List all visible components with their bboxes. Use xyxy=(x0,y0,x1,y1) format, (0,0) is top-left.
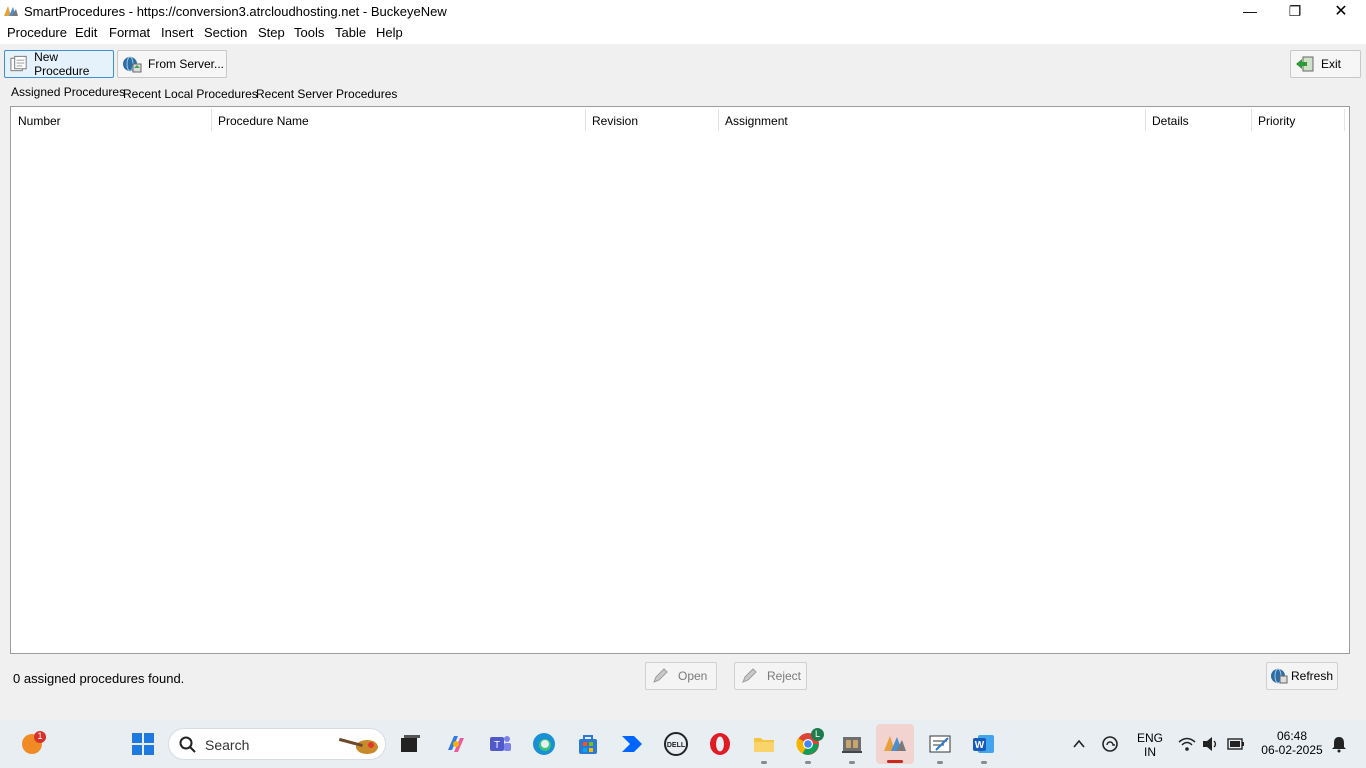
menu-insert[interactable]: Insert xyxy=(161,25,194,40)
pencil-icon xyxy=(653,668,668,683)
menu-tools[interactable]: Tools xyxy=(294,25,324,40)
notification-bell-icon[interactable] xyxy=(1331,735,1347,753)
column-divider[interactable] xyxy=(1344,109,1345,131)
menu-section[interactable]: Section xyxy=(204,25,247,40)
start-button[interactable] xyxy=(132,733,154,755)
new-procedure-label: New Procedure xyxy=(34,50,90,78)
menu-procedure[interactable]: Procedure xyxy=(7,25,67,40)
weather-widget[interactable]: 1 xyxy=(20,730,46,756)
edge-icon[interactable] xyxy=(532,732,556,756)
running-indicator xyxy=(849,761,855,764)
document-tool-icon[interactable] xyxy=(928,732,952,756)
server-icon xyxy=(123,56,142,73)
open-button[interactable]: Open xyxy=(645,662,717,690)
exit-icon xyxy=(1296,56,1314,72)
new-document-icon xyxy=(10,55,27,72)
minimize-button[interactable]: — xyxy=(1227,0,1273,22)
table-header: Number Procedure Name Revision Assignmen… xyxy=(11,107,1349,133)
refresh-button[interactable]: Refresh xyxy=(1266,662,1338,690)
clock-date: 06-02-2025 xyxy=(1261,743,1323,757)
refresh-label: Refresh xyxy=(1291,669,1334,683)
chevron-up-icon[interactable] xyxy=(1072,737,1086,751)
tab-assigned-procedures[interactable]: Assigned Procedures xyxy=(11,85,126,100)
search-highlight-icon xyxy=(338,737,378,754)
search-icon xyxy=(179,736,196,753)
running-indicator xyxy=(937,761,943,764)
dell-icon[interactable]: DELL xyxy=(664,732,688,756)
menu-step[interactable]: Step xyxy=(258,25,285,40)
exit-button[interactable]: Exit xyxy=(1290,50,1361,78)
maximize-button[interactable]: ❐ xyxy=(1272,0,1318,22)
menu-format[interactable]: Format xyxy=(109,25,150,40)
svg-text:T: T xyxy=(494,740,500,751)
taskbar-search[interactable]: Search xyxy=(168,728,386,760)
smartprocedures-taskbar-button[interactable] xyxy=(876,724,914,764)
search-label: Search xyxy=(205,737,250,753)
file-explorer-icon[interactable] xyxy=(752,732,776,756)
notification-badge: 1 xyxy=(37,731,43,741)
cloud-sync-icon[interactable] xyxy=(1101,735,1121,753)
toolbar: New Procedure From Server... Exit xyxy=(0,44,1366,84)
menu-help[interactable]: Help xyxy=(376,25,403,40)
refresh-server-icon xyxy=(1271,668,1288,684)
active-app-indicator xyxy=(887,760,903,763)
menu-bar: Procedure Edit Format Insert Section Ste… xyxy=(0,22,1366,44)
reject-label: Reject xyxy=(767,669,802,683)
status-text: 0 assigned procedures found. xyxy=(13,671,185,686)
tab-recent-server-procedures[interactable]: Recent Server Procedures xyxy=(256,87,397,101)
clock[interactable]: 06:48 06-02-2025 xyxy=(1256,729,1328,757)
new-procedure-button[interactable]: New Procedure xyxy=(4,50,114,78)
title-bar: SmartProcedures - https://conversion3.at… xyxy=(0,0,1366,22)
taskbar: 1 Search T DELL L W ENG IN 06:48 06-02-2… xyxy=(0,720,1366,768)
column-divider[interactable] xyxy=(1145,109,1146,131)
clock-time: 06:48 xyxy=(1276,729,1308,743)
language-indicator[interactable]: ENG IN xyxy=(1134,731,1166,759)
procedures-table[interactable]: Number Procedure Name Revision Assignmen… xyxy=(10,106,1350,654)
tab-recent-local-procedures[interactable]: Recent Local Procedures xyxy=(123,87,258,101)
close-button[interactable]: ✕ xyxy=(1318,0,1364,22)
running-indicator xyxy=(761,761,767,764)
column-divider[interactable] xyxy=(585,109,586,131)
teams-icon[interactable]: T xyxy=(488,732,512,756)
power-automate-icon[interactable] xyxy=(620,732,644,756)
chrome-profile-badge: L xyxy=(811,728,824,741)
volume-icon[interactable] xyxy=(1202,736,1220,752)
word-icon[interactable]: W xyxy=(972,732,996,756)
column-header-details[interactable]: Details xyxy=(1152,114,1189,128)
column-header-assignment[interactable]: Assignment xyxy=(725,114,788,128)
window-title: SmartProcedures - https://conversion3.at… xyxy=(24,4,447,19)
column-divider[interactable] xyxy=(1251,109,1252,131)
menu-edit[interactable]: Edit xyxy=(75,25,97,40)
svg-text:W: W xyxy=(975,740,985,751)
opera-icon[interactable] xyxy=(708,732,732,756)
remote-app-icon[interactable] xyxy=(840,732,864,756)
store-icon[interactable] xyxy=(576,732,600,756)
wifi-icon[interactable] xyxy=(1178,736,1196,752)
open-label: Open xyxy=(678,669,708,683)
column-header-number[interactable]: Number xyxy=(18,114,61,128)
exit-label: Exit xyxy=(1321,57,1342,71)
column-header-priority[interactable]: Priority xyxy=(1258,114,1295,128)
running-indicator xyxy=(805,761,811,764)
menu-table[interactable]: Table xyxy=(335,25,366,40)
column-divider[interactable] xyxy=(718,109,719,131)
smartprocedures-app-icon xyxy=(4,6,18,16)
battery-icon[interactable] xyxy=(1227,738,1245,750)
reject-button[interactable]: Reject xyxy=(734,662,807,690)
windows-icon xyxy=(132,733,154,755)
column-divider[interactable] xyxy=(211,109,212,131)
from-server-label: From Server... xyxy=(148,57,225,71)
pencil-icon xyxy=(742,668,757,683)
from-server-button[interactable]: From Server... xyxy=(117,50,227,78)
copilot-icon[interactable] xyxy=(444,732,468,756)
region-code: IN xyxy=(1144,745,1156,759)
column-header-revision[interactable]: Revision xyxy=(592,114,638,128)
running-indicator xyxy=(981,761,987,764)
svg-text:DELL: DELL xyxy=(667,742,686,749)
task-view-icon[interactable] xyxy=(398,732,422,756)
column-header-procedure-name[interactable]: Procedure Name xyxy=(218,114,309,128)
smartprocedures-app-icon xyxy=(884,736,906,751)
language-code: ENG xyxy=(1136,731,1163,745)
